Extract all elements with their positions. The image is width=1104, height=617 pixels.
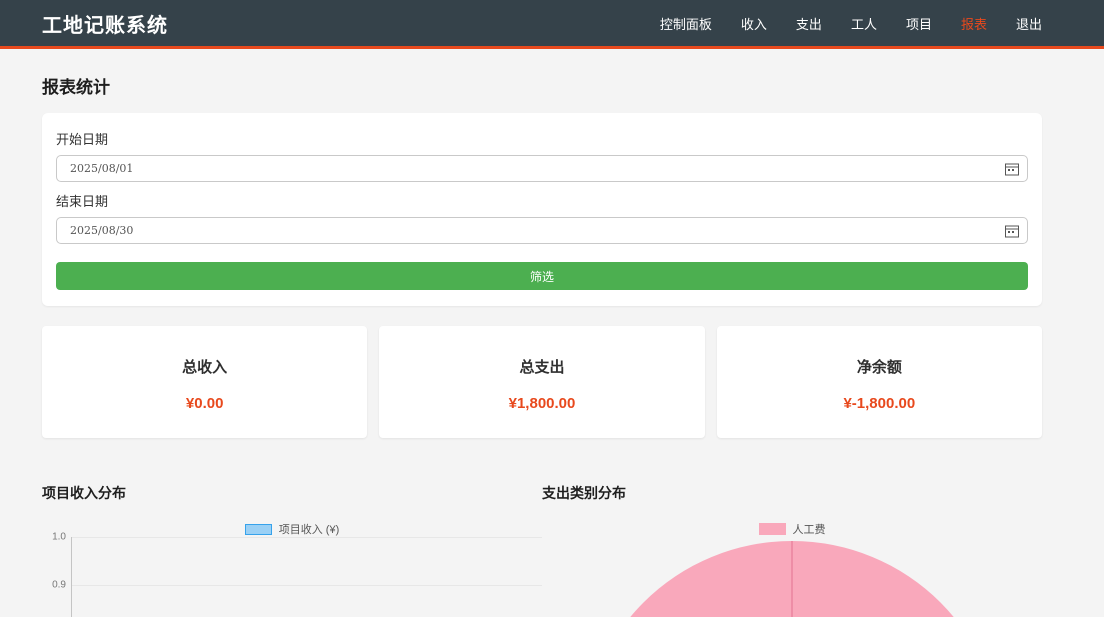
page-title: 报表统计 (42, 73, 1042, 98)
filter-button[interactable]: 筛选 (56, 262, 1028, 290)
calendar-icon[interactable] (1005, 224, 1019, 237)
bar-chart-legend[interactable]: 项目收入 (¥) (42, 523, 542, 535)
nav-dashboard[interactable]: 控制面板 (660, 14, 712, 33)
stat-value: ¥1,800.00 (379, 395, 704, 412)
stat-card-net-balance: 净余额 ¥-1,800.00 (717, 326, 1042, 438)
pie-chart-plot-area (542, 541, 1042, 617)
pie-slice-labor-cost (582, 541, 1002, 617)
legend-swatch-icon (245, 524, 272, 535)
start-date-label: 开始日期 (56, 129, 1028, 148)
y-tick: 1.0 (42, 532, 66, 543)
chart-project-income: 项目收入分布 项目收入 (¥) 1.0 0.9 0.8 (42, 483, 542, 617)
nav-income[interactable]: 收入 (741, 14, 767, 33)
chart-title: 支出类别分布 (542, 483, 1042, 503)
app-header: 工地记账系统 控制面板 收入 支出 工人 项目 报表 退出 (0, 0, 1104, 49)
calendar-icon[interactable] (1005, 162, 1019, 175)
nav-expense[interactable]: 支出 (796, 14, 822, 33)
stat-value: ¥-1,800.00 (717, 395, 1042, 412)
filter-form: 开始日期 结束日期 (42, 113, 1042, 306)
pie-chart-legend[interactable]: 人工费 (542, 523, 1042, 535)
start-date-input[interactable] (56, 155, 1028, 182)
y-axis-line (71, 537, 72, 617)
stat-title: 总收入 (42, 356, 367, 377)
end-date-label: 结束日期 (56, 191, 1028, 210)
nav-reports[interactable]: 报表 (961, 14, 987, 33)
chart-title: 项目收入分布 (42, 483, 542, 503)
nav-logout[interactable]: 退出 (1016, 14, 1042, 33)
end-date-input[interactable] (56, 217, 1028, 244)
chart-expense-categories: 支出类别分布 人工费 (542, 483, 1042, 617)
stats-row: 总收入 ¥0.00 总支出 ¥1,800.00 净余额 ¥-1,800.00 (42, 326, 1042, 438)
pie-slice-border (791, 541, 793, 617)
stat-card-total-income: 总收入 ¥0.00 (42, 326, 367, 438)
stat-value: ¥0.00 (42, 395, 367, 412)
nav-workers[interactable]: 工人 (851, 14, 877, 33)
stat-card-total-expense: 总支出 ¥1,800.00 (379, 326, 704, 438)
legend-label: 项目收入 (¥) (279, 521, 340, 537)
legend-swatch-icon (759, 523, 786, 535)
y-tick: 0.9 (42, 580, 66, 591)
bar-chart-plot-area: 1.0 0.9 0.8 (42, 537, 542, 617)
legend-label: 人工费 (793, 521, 826, 537)
main-nav: 控制面板 收入 支出 工人 项目 报表 退出 (660, 14, 1042, 33)
nav-projects[interactable]: 项目 (906, 14, 932, 33)
stat-title: 总支出 (379, 356, 704, 377)
stat-title: 净余额 (717, 356, 1042, 377)
app-title: 工地记账系统 (42, 9, 168, 38)
